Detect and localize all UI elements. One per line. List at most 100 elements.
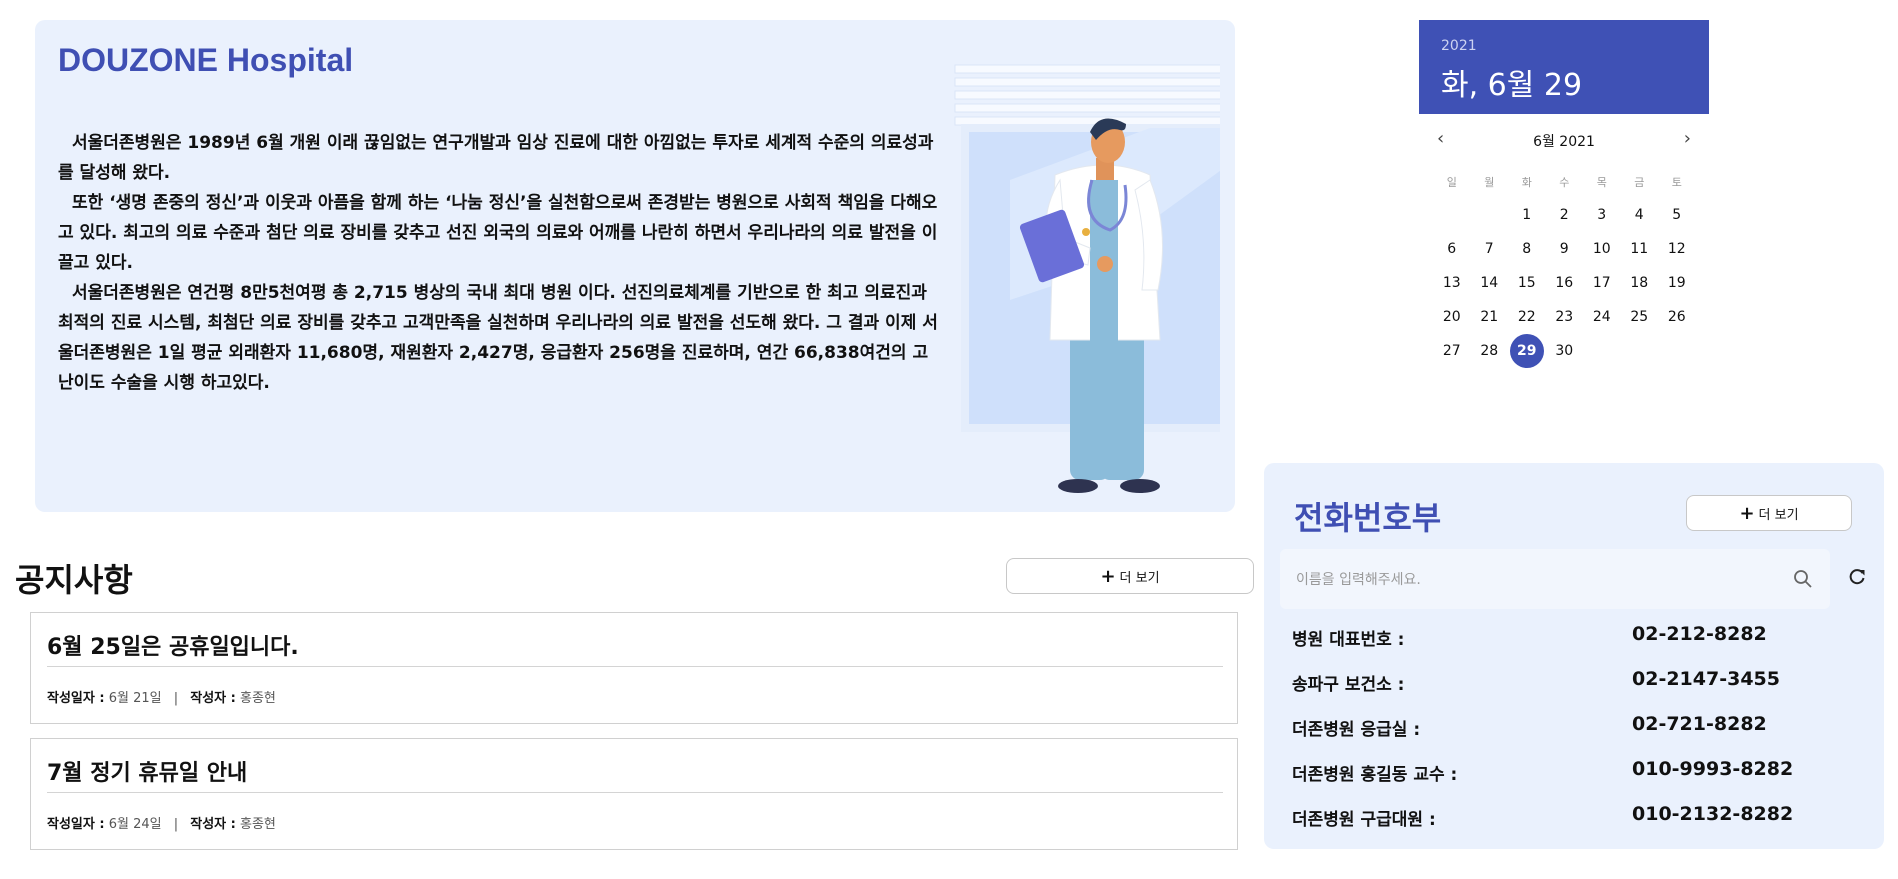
calendar-grid: 일 월 화 수 목 금 토 1 2 3 4 5 6 7 8 9 10 11 12 13 14 15 16 17 18 19 20 21… <box>1433 168 1703 368</box>
calendar-day[interactable]: 27 <box>1435 334 1469 368</box>
date-label: 작성일자 : <box>47 817 105 832</box>
phone-entry: 더존병원 응급실 : 02-721-8282 <box>1292 707 1832 752</box>
date-label: 작성일자 : <box>47 691 105 706</box>
phone-entry-number: 02-2147-3455 <box>1632 668 1780 690</box>
weekday-label: 월 <box>1484 176 1495 189</box>
calendar-day[interactable]: 15 <box>1510 266 1544 300</box>
hospital-title: DOUZONE Hospital <box>58 42 354 78</box>
calendar-day[interactable]: 28 <box>1472 334 1506 368</box>
search-box <box>1280 549 1830 609</box>
phone-entry: 더존병원 홍길동 교수 : 010-9993-8282 <box>1292 752 1832 797</box>
intro-card: DOUZONE Hospital 서울더존병원은 1989년 6월 개원 이래 … <box>35 20 1235 512</box>
phone-entry: 병원 대표번호 : 02-212-8282 <box>1292 617 1832 662</box>
phone-list: 병원 대표번호 : 02-212-8282 송파구 보건소 : 02-2147-… <box>1292 617 1832 842</box>
calendar-day[interactable]: 6 <box>1435 232 1469 266</box>
phone-entry-number: 02-721-8282 <box>1632 713 1767 735</box>
separator: | <box>173 817 179 832</box>
phone-entry: 송파구 보건소 : 02-2147-3455 <box>1292 662 1832 707</box>
calendar-day[interactable]: 5 <box>1660 198 1694 232</box>
notice-meta: 작성일자 : 6월 21일 | 작성자 : 홍종현 <box>47 687 276 706</box>
phonebook-panel: 전화번호부 + 더 보기 병원 대표번호 : 02-212-8282 송파구 보… <box>1264 463 1884 849</box>
calendar-empty-cell <box>1472 198 1506 232</box>
calendar-day[interactable]: 14 <box>1472 266 1506 300</box>
notice-title[interactable]: 6월 25일은 공휴일입니다. <box>47 629 299 661</box>
notices-title: 공지사항 <box>15 561 133 599</box>
calendar-day[interactable]: 16 <box>1547 266 1581 300</box>
plus-icon: + <box>1100 565 1116 587</box>
phone-entry-name: 더존병원 구급대원 : <box>1292 810 1436 830</box>
calendar-day[interactable]: 18 <box>1622 266 1656 300</box>
calendar-day[interactable]: 21 <box>1472 300 1506 334</box>
notice-item[interactable]: 7월 정기 휴뮤일 안내 작성일자 : 6월 24일 | 작성자 : 홍종현 <box>30 738 1238 850</box>
calendar-day[interactable]: 7 <box>1472 232 1506 266</box>
calendar-day[interactable]: 3 <box>1585 198 1619 232</box>
calendar-day[interactable]: 24 <box>1585 300 1619 334</box>
intro-paragraph: 서울더존병원은 1989년 6월 개원 이래 끊임없는 연구개발과 임상 진료에… <box>58 133 934 183</box>
calendar-day[interactable]: 12 <box>1660 232 1694 266</box>
calendar-day[interactable]: 11 <box>1622 232 1656 266</box>
author-label: 작성자 : <box>190 691 236 706</box>
plus-icon: + <box>1739 502 1755 524</box>
notices-more-button[interactable]: + 더 보기 <box>1006 558 1254 594</box>
calendar-day[interactable]: 9 <box>1547 232 1581 266</box>
intro-text: 서울더존병원은 1989년 6월 개원 이래 끊임없는 연구개발과 임상 진료에… <box>58 128 938 398</box>
calendar-day[interactable]: 13 <box>1435 266 1469 300</box>
intro-paragraph: 서울더존병원은 연건평 8만5천여평 총 2,715 병상의 국내 최대 병원 … <box>58 283 938 393</box>
weekday-label: 토 <box>1671 176 1682 189</box>
calendar-day[interactable]: 26 <box>1660 300 1694 334</box>
weekday-label: 화 <box>1521 176 1532 189</box>
weekday-label: 수 <box>1559 176 1570 189</box>
calendar-month-label: 6월 2021 <box>1533 134 1595 150</box>
calendar-day[interactable]: 8 <box>1510 232 1544 266</box>
calendar-day[interactable]: 22 <box>1510 300 1544 334</box>
separator: | <box>173 691 179 706</box>
calendar-nav: ‹ 6월 2021 › <box>1419 128 1709 154</box>
doctor-illustration <box>954 64 1220 493</box>
phone-entry-number: 02-212-8282 <box>1632 623 1767 645</box>
calendar-day[interactable]: 23 <box>1547 300 1581 334</box>
author-label: 작성자 : <box>190 817 236 832</box>
weekday-label: 목 <box>1596 176 1607 189</box>
divider <box>47 666 1223 667</box>
phone-entry-number: 010-9993-8282 <box>1632 758 1794 780</box>
notice-author: 홍종현 <box>240 691 276 706</box>
calendar-selected-date: 화, 6월 29 <box>1441 68 1583 103</box>
calendar-header: 2021 화, 6월 29 <box>1419 20 1709 114</box>
calendar-day[interactable]: 17 <box>1585 266 1619 300</box>
calendar-day[interactable]: 19 <box>1660 266 1694 300</box>
notice-meta: 작성일자 : 6월 24일 | 작성자 : 홍종현 <box>47 813 276 832</box>
search-icon[interactable] <box>1793 569 1813 589</box>
calendar-day[interactable]: 30 <box>1547 334 1581 368</box>
phonebook-more-button[interactable]: + 더 보기 <box>1686 495 1852 531</box>
calendar-year: 2021 <box>1441 38 1477 54</box>
calendar-day[interactable]: 10 <box>1585 232 1619 266</box>
calendar-day[interactable]: 4 <box>1622 198 1656 232</box>
chevron-right-icon[interactable]: › <box>1684 128 1691 149</box>
calendar-day[interactable]: 25 <box>1622 300 1656 334</box>
phone-entry-name: 더존병원 홍길동 교수 : <box>1292 765 1458 785</box>
calendar-day[interactable]: 2 <box>1547 198 1581 232</box>
phone-entry-number: 010-2132-8282 <box>1632 803 1794 825</box>
calendar-day[interactable]: 1 <box>1510 198 1544 232</box>
notice-date: 6월 21일 <box>108 691 162 706</box>
notice-author: 홍종현 <box>240 817 276 832</box>
more-label: 더 보기 <box>1119 570 1160 586</box>
phone-entry-name: 송파구 보건소 : <box>1292 675 1405 695</box>
weekday-label: 금 <box>1634 176 1645 189</box>
phone-entry-name: 병원 대표번호 : <box>1292 630 1405 650</box>
calendar-empty-cell <box>1435 198 1469 232</box>
calendar-day[interactable]: 20 <box>1435 300 1469 334</box>
phone-entry: 더존병원 구급대원 : 010-2132-8282 <box>1292 797 1832 842</box>
notice-title[interactable]: 7월 정기 휴뮤일 안내 <box>47 755 247 787</box>
calendar-day-selected[interactable]: 29 <box>1509 334 1544 368</box>
phonebook-title: 전화번호부 <box>1294 499 1442 537</box>
weekday-label: 일 <box>1446 176 1457 189</box>
phone-entry-name: 더존병원 응급실 : <box>1292 720 1421 740</box>
divider <box>47 792 1223 793</box>
notice-date: 6월 24일 <box>108 817 162 832</box>
intro-paragraph: 또한 ‘생명 존중의 정신’과 이웃과 아픔을 함께 하는 ‘나눔 정신’을 실… <box>58 193 938 273</box>
refresh-icon[interactable] <box>1847 567 1867 587</box>
more-label: 더 보기 <box>1758 507 1799 523</box>
search-input[interactable] <box>1294 563 1778 597</box>
notice-item[interactable]: 6월 25일은 공휴일입니다. 작성일자 : 6월 21일 | 작성자 : 홍종… <box>30 612 1238 724</box>
